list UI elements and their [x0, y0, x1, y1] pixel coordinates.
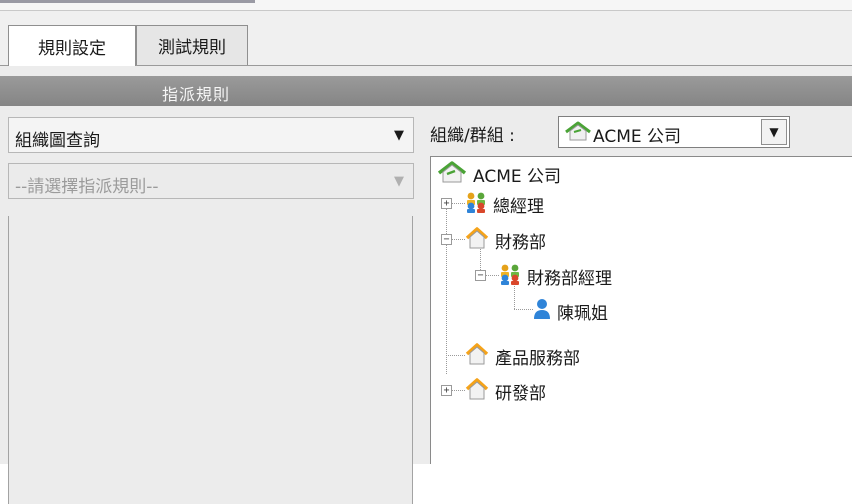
- group-people-icon: [499, 263, 521, 290]
- tree-node-label: 財務部經理: [527, 269, 612, 289]
- tree-node-rnd[interactable]: 研發部: [465, 378, 546, 405]
- right-column: 組織/群組 : ACME 公司 ▼ ACME 公司 + 總經理 − 財務部 − …: [414, 106, 852, 464]
- tree-node-user[interactable]: 陳珮姐: [533, 298, 608, 325]
- org-house-icon: [437, 161, 467, 188]
- window-top-edge: [0, 0, 852, 11]
- tab-rule-settings[interactable]: 規則設定: [8, 25, 136, 66]
- group-people-icon: [465, 191, 487, 218]
- chevron-down-icon[interactable]: ▼: [385, 118, 413, 152]
- expand-plus-icon[interactable]: +: [441, 198, 452, 209]
- department-house-icon: [465, 227, 489, 254]
- org-tree: ACME 公司 + 總經理 − 財務部 − 財務部經理 陳珮姐 產品服務部 + …: [430, 156, 852, 464]
- tree-node-product-service[interactable]: 產品服務部: [465, 343, 580, 370]
- query-type-value: 組織圖查詢: [15, 131, 100, 151]
- query-type-combo[interactable]: 組織圖查詢 ▼: [8, 117, 414, 153]
- tree-node-general-manager[interactable]: 總經理: [465, 191, 544, 218]
- org-group-value: ACME 公司: [593, 127, 682, 147]
- section-header: 指派規則: [0, 76, 852, 106]
- org-house-icon: [565, 121, 591, 145]
- tree-node-label: ACME 公司: [473, 167, 562, 187]
- department-house-icon: [465, 343, 489, 370]
- tree-node-label: 產品服務部: [495, 349, 580, 369]
- tree-node-label: 財務部: [495, 233, 546, 253]
- assign-rule-value: --請選擇指派規則--: [15, 177, 159, 197]
- chevron-down-icon[interactable]: ▼: [385, 164, 413, 198]
- tree-node-label: 研發部: [495, 384, 546, 404]
- main-content: 指派規則 組織圖查詢 ▼ --請選擇指派規則-- ▼ 組織/群組 : ACME …: [0, 66, 852, 504]
- section-title: 指派規則: [162, 85, 231, 104]
- expand-plus-icon[interactable]: +: [441, 385, 452, 396]
- tree-node-label: 陳珮姐: [557, 304, 608, 324]
- tree-node-finance[interactable]: 財務部: [465, 227, 546, 254]
- org-group-combo[interactable]: ACME 公司 ▼: [558, 116, 790, 148]
- tree-node-root[interactable]: ACME 公司: [437, 161, 561, 188]
- chevron-down-icon[interactable]: ▼: [761, 119, 787, 145]
- department-house-icon: [465, 378, 489, 405]
- tab-bar: 規則設定 測試規則: [0, 11, 852, 66]
- org-group-label: 組織/群組 :: [430, 126, 515, 146]
- assign-rule-combo[interactable]: --請選擇指派規則-- ▼: [8, 163, 414, 199]
- left-column: 組織圖查詢 ▼ --請選擇指派規則-- ▼: [0, 106, 414, 504]
- tree-node-finance-manager[interactable]: 財務部經理: [499, 263, 612, 290]
- tab-test-rules[interactable]: 測試規則: [136, 25, 248, 65]
- rule-list-panel: [8, 216, 413, 504]
- tree-node-label: 總經理: [493, 197, 544, 217]
- collapse-minus-icon[interactable]: −: [441, 234, 452, 245]
- collapse-minus-icon[interactable]: −: [475, 270, 486, 281]
- user-icon: [533, 298, 551, 325]
